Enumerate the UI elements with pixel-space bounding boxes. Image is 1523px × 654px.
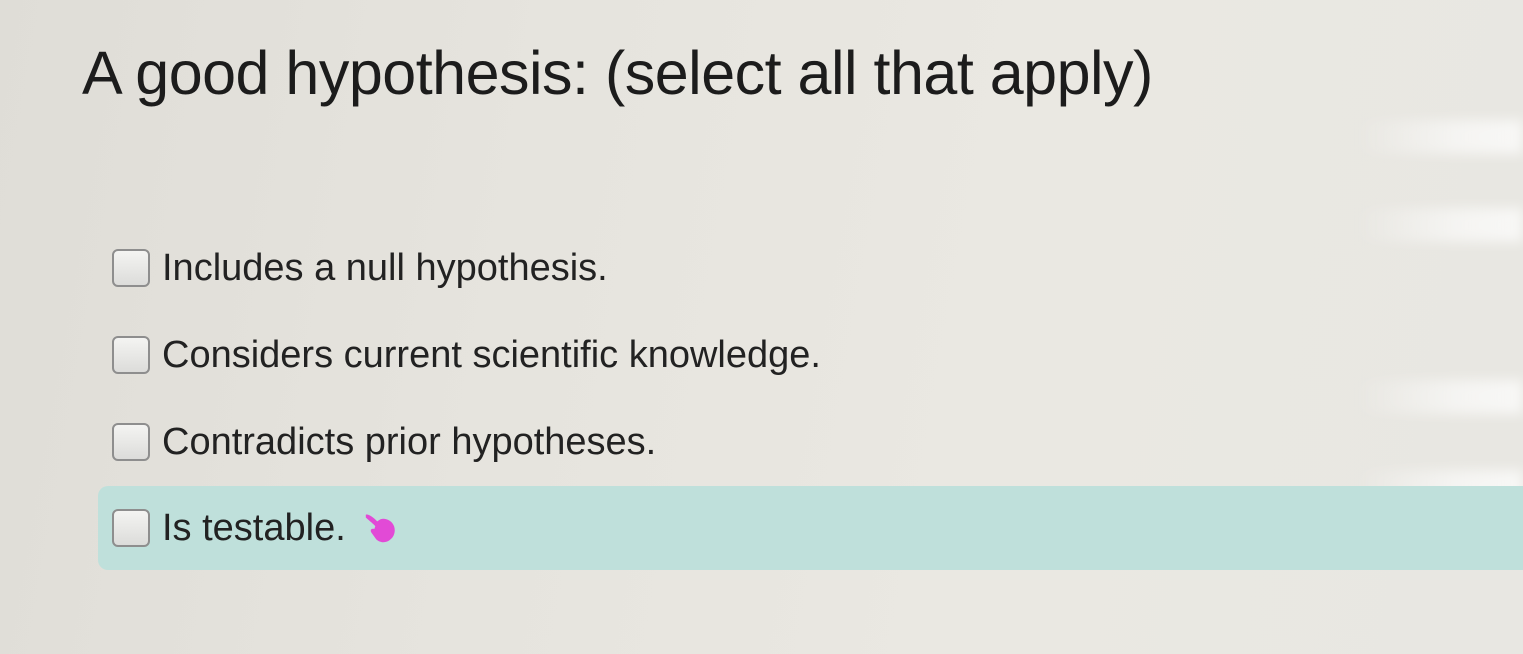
option-label: Is testable. [162,506,346,549]
checkbox[interactable] [112,423,150,461]
option-scientific-knowledge[interactable]: Considers current scientific knowledge. [98,313,1523,397]
hand-pointer-icon [365,514,395,543]
option-null-hypothesis[interactable]: Includes a null hypothesis. [98,226,1523,310]
checkbox[interactable] [112,336,150,374]
option-is-testable[interactable]: Is testable. [98,486,1523,570]
checkbox[interactable] [112,509,150,547]
answer-options: Includes a null hypothesis. Considers cu… [0,0,1523,654]
checkbox[interactable] [112,249,150,287]
option-label: Contradicts prior hypotheses. [162,420,657,463]
option-label: Considers current scientific knowledge. [162,333,821,376]
option-label: Includes a null hypothesis. [162,246,608,289]
option-contradicts-prior[interactable]: Contradicts prior hypotheses. [98,400,1523,484]
